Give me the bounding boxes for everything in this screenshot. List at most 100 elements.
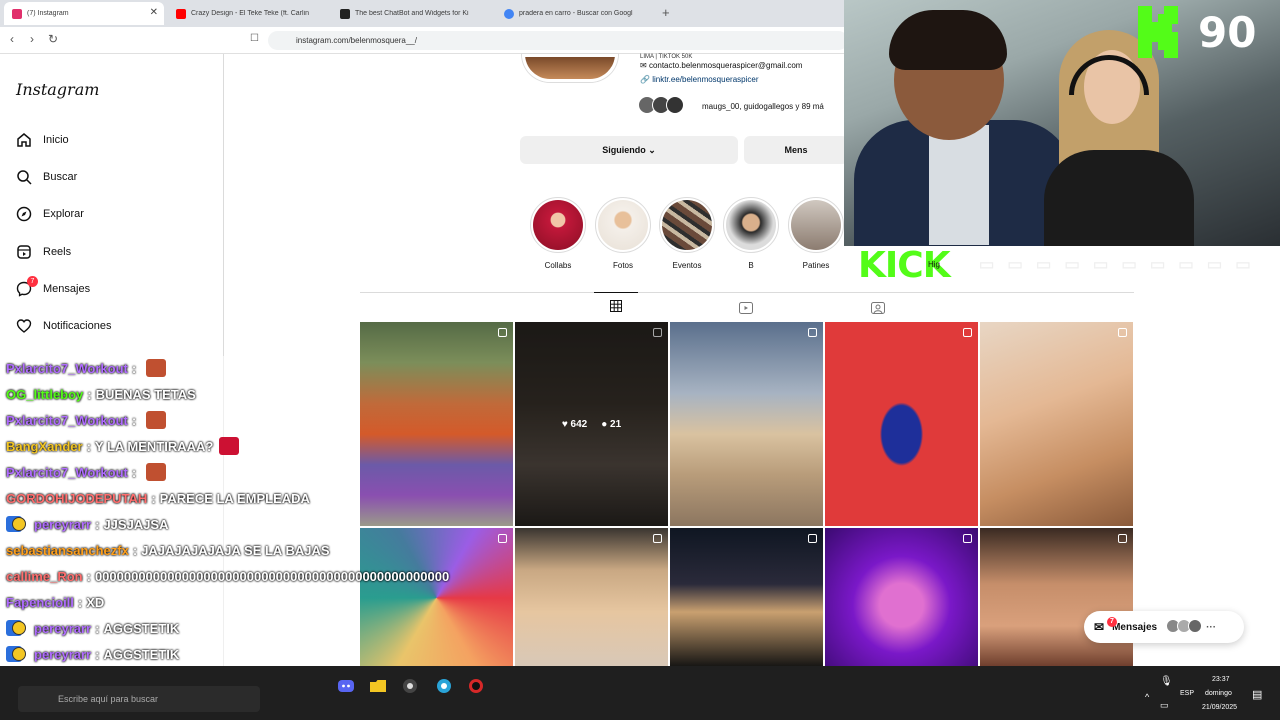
notifications-icon[interactable]: ▤ [1252,688,1262,701]
nav-label: Mensajes [43,283,91,295]
chat-message: GORDOHIJODEPUTAH: PARECE LA EMPLEADA [6,486,310,510]
chat-username[interactable]: sebastiansanchezfx [6,543,129,558]
close-tab-icon[interactable]: ✕ [150,7,158,18]
chat-username[interactable]: pereyrarr [34,647,91,662]
chat-username[interactable]: Pxlarcito7_Workout [6,361,128,376]
google-favicon-icon [504,8,514,19]
nav-item-explorar[interactable]: Explorar [15,203,84,225]
streamer-hair [889,10,1007,70]
nav-item-mensajes[interactable]: 7 Mensajes [15,276,91,300]
chat-username[interactable]: Pxlarcito7_Workout [6,465,128,480]
chat-separator: : [131,412,137,428]
highlight-eventos[interactable]: Eventos [657,197,717,270]
post-tile[interactable] [825,528,978,668]
tab-youtube[interactable]: Crazy Design - El Teke Teke (ft. Carlin [168,2,328,25]
chat-message: Pxlarcito7_Workout: [6,408,167,432]
chat-username[interactable]: callime_Ron [6,569,83,584]
tab-google[interactable]: pradera en carro - Buscar con Googl [496,2,656,25]
chat-username[interactable]: BangXander [6,439,83,454]
chat-separator: : [95,516,100,532]
post-tile-hovered[interactable]: ♥ 642 ● 21 [515,322,668,526]
nav-item-inicio[interactable]: Inicio [15,129,69,151]
tab-reels[interactable] [724,297,768,319]
bookmark-icon[interactable]: ☐ [250,33,259,44]
comments-stat: ● 21 [601,419,621,430]
comments-count: 21 [610,418,622,430]
chat-message: pereyrarr: JJSJAJSA [6,512,169,536]
tray-expand-icon[interactable]: ^ [1145,692,1149,702]
nav-item-buscar[interactable]: Buscar [15,166,77,188]
chat-text: 0000000000000000000000000000000000000000… [94,568,450,584]
chat-username[interactable]: pereyrarr [34,621,91,636]
post-tile[interactable] [360,528,513,668]
reload-icon[interactable]: ↻ [48,32,58,46]
post-tile[interactable] [515,528,668,668]
emote-icon [146,463,167,481]
nav-item-notificaciones[interactable]: Notificaciones [15,315,111,337]
nav-item-reels[interactable]: Reels [15,241,71,263]
chat-separator: : [86,438,91,454]
botrix-favicon-icon [340,8,350,19]
tab-botrix[interactable]: The best ChatBot and Widgets for Ki [332,2,492,25]
post-tile[interactable] [670,528,823,668]
file-explorer-icon[interactable] [366,674,390,698]
obs-icon[interactable] [398,674,422,698]
address-bar: ‹ › ↻ ☐ instagram.com/belenmosquera__/ [0,27,850,54]
app-icon[interactable] [464,674,488,698]
unread-badge: 7 [27,276,38,287]
taskbar-search[interactable]: Escribe aquí para buscar [18,686,260,712]
messenger-icon: ✉ [1094,620,1105,634]
chat-text: JJSJAJSA [103,516,169,532]
reel-icon [1118,534,1127,543]
chat-text: JAJAJAJAJAJA SE LA BAJAS [141,542,330,558]
chat-username[interactable]: OG_littleboy [6,387,83,402]
chat-username[interactable]: GORDOHIJODEPUTAH [6,491,147,506]
chat-separator: : [132,542,138,558]
clock-time: 23:37 [1212,676,1230,683]
post-tile[interactable] [360,322,513,526]
back-icon[interactable]: ‹ [10,32,14,46]
highlight-patines[interactable]: Patines [786,197,846,270]
chat-username[interactable]: Pxlarcito7_Workout [6,413,128,428]
chat-username[interactable]: pereyrarr [34,517,91,532]
following-button[interactable]: Siguiendo ⌄ [520,136,738,164]
post-tile[interactable] [825,322,978,526]
message-button[interactable]: Mens [744,136,848,164]
chat-message: BangXander: Y LA MENTIRAAA? [6,434,240,458]
chat-username[interactable]: Fapencioill [6,595,74,610]
new-tab-icon[interactable]: + [662,5,670,20]
tab-label: Crazy Design - El Teke Teke (ft. Carlin [191,10,310,17]
instagram-logo[interactable]: Instagram [16,80,99,99]
emote-icon [219,437,240,455]
email-icon: ✉ [640,61,647,70]
chat-message: Pxlarcito7_Workout: [6,356,167,380]
highlight-fotos[interactable]: Fotos [593,197,653,270]
carousel-icon [808,534,817,543]
profile-link[interactable]: 🔗 linktr.ee/belenmosqueraspicer [640,75,758,84]
tab-tagged[interactable] [856,297,900,319]
chat-message: pereyrarr: AGGSTETIK [6,642,179,666]
profile-avatar[interactable] [522,54,618,82]
profile-email: ✉ contacto.belenmosqueraspicer@gmail.com [640,61,802,70]
post-tile[interactable] [980,322,1133,526]
chrome-icon[interactable] [432,674,456,698]
discord-icon[interactable] [334,674,358,698]
following-label: Siguiendo [602,145,646,155]
post-tile[interactable] [980,528,1133,668]
tab-posts[interactable] [594,292,638,319]
highlight-cover [659,197,715,253]
language-indicator[interactable]: ESP [1180,690,1194,697]
post-tile[interactable] [670,322,823,526]
messages-widget[interactable]: ✉ 7 Mensajes ··· [1084,611,1244,643]
network-icon[interactable]: ▭ [1160,700,1169,711]
chat-message: Pxlarcito7_Workout: [6,460,167,484]
carousel-icon [653,534,662,543]
tab-instagram[interactable]: (7) Instagram ✕ [4,2,164,25]
highlight-collabs[interactable]: Collabs [528,197,588,270]
followed-by-text: maugs_00, guidogallegos y 89 má [702,102,824,111]
mic-icon[interactable]: 🎙 [1160,676,1173,687]
chat-text: AGGSTETIK [103,646,180,662]
guest-body [1044,150,1194,246]
forward-icon[interactable]: › [30,32,34,46]
highlight-b[interactable]: B [721,197,781,270]
